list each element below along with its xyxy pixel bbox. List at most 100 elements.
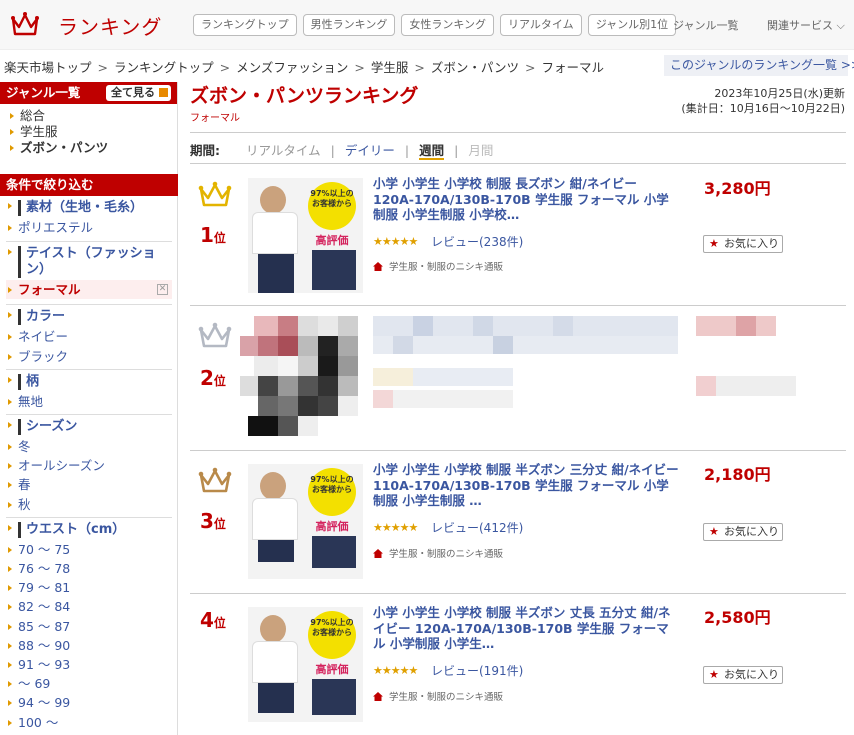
nav-genre-first[interactable]: ジャンル別1位 — [587, 14, 677, 36]
breadcrumb-separator: > — [414, 60, 425, 75]
breadcrumb-item[interactable]: 楽天市場トップ — [4, 60, 92, 75]
review-link[interactable]: レビュー(238件) — [431, 233, 523, 250]
filter-item-waist[interactable]: 94 ～ 99 — [6, 693, 178, 712]
genre-item-all[interactable]: 総合 — [8, 108, 177, 124]
rank-digit: 1 — [200, 223, 214, 247]
filter-item-waist[interactable]: 85 ～ 87 — [6, 617, 178, 636]
gold-crown-icon — [198, 181, 232, 207]
shop-house-icon — [373, 549, 383, 558]
nav-male-ranking[interactable]: 男性ランキング — [302, 14, 396, 36]
filter-item-plain[interactable]: 無地 — [6, 392, 178, 411]
obscured-product-text — [373, 316, 678, 426]
period-divider: | — [330, 143, 335, 158]
filter-item-waist[interactable]: 88 ～ 90 — [6, 636, 178, 655]
filter-item-waist[interactable]: 91 ～ 93 — [6, 655, 178, 674]
rank-number: 4位 — [200, 608, 226, 632]
filter-item-waist[interactable]: ～ 69 — [6, 674, 178, 693]
filter-item-spring[interactable]: 春 — [6, 475, 178, 494]
filter-item-winter[interactable]: 冬 — [6, 437, 178, 456]
filter-item-waist[interactable]: 100 ～ — [6, 713, 178, 732]
review-link[interactable]: レビュー(412件) — [431, 519, 523, 536]
product-price: 2,580円 — [704, 608, 771, 627]
breadcrumb-separator: > — [525, 60, 536, 75]
breadcrumb-item-current[interactable]: フォーマル — [542, 60, 605, 75]
breadcrumb-separator: > — [219, 60, 231, 75]
bronze-crown-icon — [198, 467, 232, 493]
filter-item-navy[interactable]: ネイビー — [6, 327, 178, 346]
genre-item-school-uniform[interactable]: 学生服 — [8, 124, 177, 140]
shop-link[interactable]: 学生服・制服のニシキ通販 — [373, 546, 503, 560]
genre-list-link[interactable]: ジャンル一覧 — [673, 17, 738, 33]
model-pants — [258, 540, 294, 562]
rating-badge-text: 高評価 — [315, 520, 349, 533]
remove-filter-icon[interactable]: ✕ — [157, 284, 168, 296]
logo-text[interactable]: ランキング — [58, 11, 162, 40]
filter-item-label: フォーマル — [18, 282, 81, 298]
filter-item-polyester[interactable]: ポリエステル — [6, 218, 178, 237]
favorite-button[interactable]: お気に入り — [703, 523, 783, 541]
shop-house-icon — [373, 692, 383, 701]
genre-ranking-list-link[interactable]: このジャンルのランキング一覧 >> — [664, 55, 854, 76]
filter-item-waist[interactable]: 82 ～ 84 — [6, 597, 178, 616]
pants-image — [312, 679, 356, 715]
period-realtime[interactable]: リアルタイム — [246, 143, 321, 158]
filter-group-title: 柄 — [18, 373, 172, 390]
filter-item-waist[interactable]: 76 ～ 78 — [6, 559, 178, 578]
nav-realtime[interactable]: リアルタイム — [500, 14, 582, 36]
nav-ranking-top[interactable]: ランキングトップ — [193, 14, 297, 36]
filter-group-title: カラー — [18, 309, 172, 326]
period-daily[interactable]: デイリー — [345, 143, 395, 158]
nav-female-ranking[interactable]: 女性ランキング — [401, 14, 495, 36]
ranking-item: 1位 97%以上のお客様から 高評価 小学 小学生 小学校 制服 長ズボン 紺/… — [190, 165, 846, 306]
period-divider: | — [404, 143, 410, 158]
star-rating: ★★★★★ — [373, 664, 418, 677]
filter-item-all-season[interactable]: オールシーズン — [6, 456, 178, 475]
filter-item-black[interactable]: ブラック — [6, 347, 178, 366]
top-nav: ランキングトップ 男性ランキング 女性ランキング リアルタイム ジャンル別1位 — [193, 14, 677, 36]
filter-group-pattern: 柄 — [6, 368, 172, 390]
related-services-menu[interactable]: 関連サービス ⌵ — [767, 17, 845, 33]
filter-item-formal-selected[interactable]: フォーマル ✕ — [6, 280, 172, 300]
breadcrumb: 楽天市場トップ > ランキングトップ > メンズファッション > 学生服 > ズボン・パンツ > フ… — [4, 57, 604, 76]
shop-name: 学生服・制服のニシキ通販 — [389, 262, 504, 273]
product-image[interactable]: 97%以上のお客様から 高評価 — [248, 607, 363, 722]
favorite-button[interactable]: お気に入り — [703, 235, 783, 253]
model-pants — [258, 254, 294, 293]
filter-item-waist[interactable]: 70 ～ 75 — [6, 540, 178, 559]
period-selector: 期間: リアルタイム | デイリー | 週間 | 月間 — [190, 132, 846, 164]
filter-item-autumn[interactable]: 秋 — [6, 495, 178, 514]
breadcrumb-item[interactable]: 学生服 — [371, 60, 409, 75]
genre-item-pants[interactable]: ズボン・パンツ — [8, 140, 177, 156]
product-image[interactable]: 97%以上のお客様から 高評価 — [248, 178, 363, 293]
period-label: 期間: — [190, 143, 220, 158]
rank-digit: 2 — [200, 366, 214, 390]
rank-number: 3位 — [200, 509, 226, 533]
page-title: ズボン・パンツランキング — [190, 85, 419, 107]
period-weekly[interactable]: 週間 — [419, 143, 445, 160]
breadcrumb-item[interactable]: メンズファッション — [236, 60, 348, 75]
rank-number: 2位 — [200, 366, 226, 390]
star-rating: ★★★★★ — [373, 521, 418, 534]
breadcrumb-item[interactable]: ズボン・パンツ — [431, 60, 519, 75]
rank-number: 1位 — [200, 223, 226, 247]
crown-logo-icon[interactable] — [10, 9, 40, 39]
favorite-button[interactable]: お気に入り — [703, 666, 783, 684]
filter-group-material: 素材（生地・毛糸） — [6, 196, 172, 216]
obscured-product-image — [240, 316, 370, 436]
show-all-button[interactable]: 全て見る — [106, 85, 171, 101]
product-image[interactable]: 97%以上のお客様から 高評価 — [248, 464, 363, 579]
model-shirt — [252, 641, 298, 683]
product-name-link[interactable]: 小学 小学生 小学校 制服 半ズボン 三分丈 紺/ネイビー 110A-170A/… — [373, 462, 681, 509]
product-name-link[interactable]: 小学 小学生 小学校 制服 長ズボン 紺/ネイビー 120A-170A/130B… — [373, 176, 681, 223]
update-date: 2023年10月25日(水)更新 — [714, 87, 845, 100]
rating-badge: 97%以上のお客様から — [308, 182, 356, 230]
shop-link[interactable]: 学生服・制服のニシキ通販 — [373, 259, 503, 273]
genre-list-header: ジャンル一覧 全て見る — [0, 82, 177, 104]
review-link[interactable]: レビュー(191件) — [431, 662, 523, 679]
filter-item-waist[interactable]: 79 ～ 81 — [6, 578, 178, 597]
rank-suffix: 位 — [213, 517, 226, 531]
product-name-link[interactable]: 小学 小学生 小学校 制服 半ズボン 丈長 五分丈 紺/ネイビー 120A-17… — [373, 605, 681, 652]
breadcrumb-item[interactable]: ランキングトップ — [114, 60, 214, 75]
model-head — [260, 615, 286, 643]
shop-link[interactable]: 学生服・制服のニシキ通販 — [373, 689, 503, 703]
